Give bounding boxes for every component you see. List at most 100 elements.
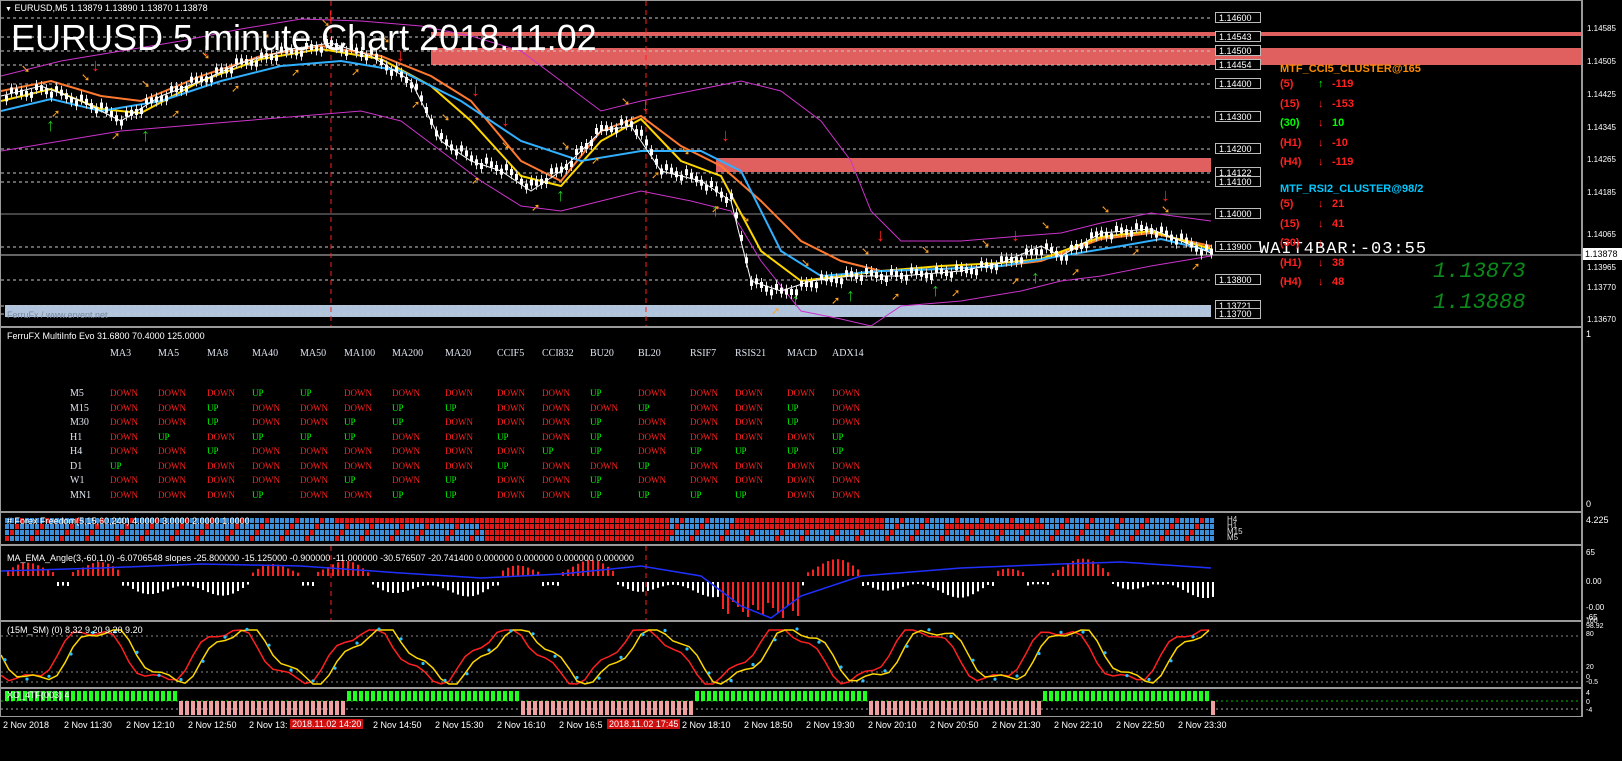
multiinfo-cell: DOWN: [735, 475, 763, 485]
cci-tf: (H4): [1280, 156, 1302, 168]
svg-text:➘: ➘: [561, 140, 570, 152]
stoch-axis: 100 98.92 80 20 0 -0.5: [1582, 618, 1622, 688]
multiinfo-cell: UP: [300, 388, 312, 398]
multiinfo-cell: DOWN: [542, 460, 570, 471]
cci-value: -10: [1332, 136, 1348, 149]
rsi-tf: (30): [1280, 237, 1300, 249]
stoch-title: (15M_SM) (0) 8.32 9.20 9.20 9.20: [7, 625, 143, 635]
price-axis-tick: 1.14585: [1587, 24, 1616, 33]
multiinfo-cell: DOWN: [445, 460, 473, 471]
multiinfo-cell: DOWN: [787, 431, 815, 442]
cci-arrow-icon: ↓: [1318, 117, 1324, 129]
multiinfo-col-header: MACD: [787, 348, 818, 359]
multiinfo-cell: DOWN: [735, 431, 763, 442]
multiinfo-cell: DOWN: [344, 388, 372, 398]
cci-row: (H4) ↓ -119: [1280, 153, 1421, 173]
multiinfo-cell: DOWN: [690, 460, 718, 471]
xo-axis-tick: -4: [1586, 707, 1593, 714]
cci-value: -119: [1332, 156, 1354, 168]
multiinfo-title: FerruFX MultiInfo Evo 31.6800 70.4000 12…: [7, 331, 205, 341]
collapse-icon[interactable]: ▼: [5, 6, 12, 13]
multiinfo-col-header: RSIS21: [735, 348, 767, 359]
xo-axis-tick: 0: [1586, 699, 1590, 706]
multiinfo-cell: DOWN: [392, 388, 420, 398]
multiinfo-cell: DOWN: [832, 417, 860, 427]
rsi-cluster-panel: MTF_RSI2_CLUSTER@98/2 (5) ↓ 21 (15) ↓ 41 (30) ↓…: [1280, 183, 1423, 293]
multiinfo-cell: UP: [110, 460, 122, 471]
forex-freedom-pane[interactable]: # Forex Freedom(5,15,60,240) 4.0000 3.00…: [0, 512, 1582, 545]
cci-row: (30) ↓ 10: [1280, 114, 1421, 134]
rsi-row: (H4) ↓ 48: [1280, 273, 1423, 293]
multiinfo-cell: UP: [542, 446, 554, 456]
multiinfo-cell: DOWN: [344, 402, 372, 413]
price-level-label: 1.13800: [1215, 274, 1261, 285]
multiinfo-col-header: MA20: [445, 348, 472, 359]
svg-text:➚: ➚: [1011, 276, 1020, 288]
multiinfo-cell: DOWN: [392, 431, 420, 442]
multiinfo-col-header: MA200: [392, 348, 424, 359]
price-level-label: 1.14100: [1215, 176, 1261, 187]
time-axis-label: 2 Nov 11:30: [64, 720, 112, 730]
rsi-row: (5) ↓ 21: [1280, 195, 1423, 215]
multiinfo-cell: DOWN: [787, 489, 815, 500]
multiinfo-cell: DOWN: [638, 475, 666, 485]
multiinfo-cell: DOWN: [542, 489, 570, 500]
stochastic-pane[interactable]: (15M_SM) (0) 8.32 9.20 9.20 9.20: [0, 621, 1582, 688]
multiinfo-cell: UP: [344, 417, 356, 427]
multiinfo-cell: UP: [638, 489, 650, 500]
svg-text:➚: ➚: [771, 306, 780, 318]
freedom-title: # Forex Freedom(5,15,60,240) 4.0000 3.00…: [7, 516, 250, 526]
support-zone: [5, 305, 1211, 317]
rsi-tf: (15): [1280, 217, 1300, 230]
xo-pane[interactable]: XO_4TF(003) 4: [0, 688, 1582, 717]
svg-text:➚: ➚: [111, 131, 120, 143]
price-level-label: 1.14000: [1215, 208, 1261, 219]
cci-value: -119: [1332, 78, 1354, 90]
multiinfo-cell: DOWN: [787, 460, 815, 471]
time-axis[interactable]: 2 Nov 2018 2 Nov 11:30 2 Nov 12:10 2 Nov 12…: [0, 717, 1582, 737]
multiinfo-cell: DOWN: [344, 446, 372, 456]
svg-text:➘: ➘: [1101, 204, 1110, 216]
svg-text:➚: ➚: [591, 155, 600, 167]
main-chart-pane[interactable]: ↓ ↓ ↓ ↓ ↓ ↓ ↓ ↓ ↓ ↓ ↓ ↑ ↑ ↑ ↑ ↑ ↑ ↑ ↑ ➘ ➚ ➘ ➚ ➘ ➚ ➘ ➚ ➘ ➚ ➘ ➚ ➘ ➚ ➘ ➚ ➘ ➚ ➘ ➚ ➘…: [0, 0, 1582, 327]
time-marker-2: 2018.11.02 17:45: [607, 719, 681, 729]
price-level-label: 1.14300: [1215, 111, 1261, 122]
symbol-line: ▼ EURUSD,M5 1.13879 1.13890 1.13870 1.13…: [5, 3, 208, 13]
rsi-tf: (H4): [1280, 276, 1302, 288]
multiinfo-cell: DOWN: [638, 431, 666, 442]
multiinfo-cell: DOWN: [497, 446, 525, 456]
multiinfo-cell: DOWN: [542, 417, 570, 427]
multiinfo-cell: DOWN: [207, 475, 235, 485]
svg-text:➘: ➘: [621, 96, 630, 108]
multiinfo-cell: DOWN: [497, 402, 525, 413]
multiinfo-cell: DOWN: [300, 460, 328, 471]
svg-text:↑: ↑: [1031, 267, 1040, 287]
price-axis[interactable]: 1.14585 1.14505 1.14425 1.14345 1.14265 1.141…: [1582, 0, 1622, 327]
multiinfo-cell: UP: [445, 475, 457, 485]
price-axis-tick: 1.13965: [1587, 263, 1616, 272]
multiinfo-cell: DOWN: [207, 489, 235, 500]
multiinfo-pane[interactable]: FerruFX MultiInfo Evo 31.6800 70.4000 12…: [0, 327, 1582, 512]
price-level-label: 1.14454: [1215, 59, 1261, 70]
multiinfo-cell: DOWN: [638, 446, 666, 456]
svg-text:➘: ➘: [441, 112, 450, 124]
price-level-label: 1.14500: [1215, 45, 1261, 56]
time-axis-label: 2 Nov 20:50: [930, 720, 979, 730]
multiinfo-cell: DOWN: [300, 446, 328, 456]
multiinfo-cell: DOWN: [787, 388, 815, 398]
multiinfo-cell: DOWN: [787, 475, 815, 485]
svg-text:↓: ↓: [876, 225, 885, 245]
current-price-tag: 1.13878: [1583, 248, 1622, 260]
rsi-arrow-icon: ↓: [1318, 276, 1324, 288]
multiinfo-cell: DOWN: [300, 489, 328, 500]
multiinfo-col-header: CCI832: [542, 348, 574, 359]
angle-title: MA_EMA_Angle(3,-60,1,0) -6.0706548 slope…: [7, 553, 634, 563]
multiinfo-cell: DOWN: [542, 431, 570, 442]
multiinfo-col-header: MA40: [252, 348, 279, 359]
angle-axis-tick: 65: [1586, 548, 1595, 557]
time-marker-1: 2018.11.02 14:20: [290, 719, 364, 729]
multiinfo-cell: DOWN: [344, 489, 372, 500]
ma-angle-pane[interactable]: MA_EMA_Angle(3,-60,1,0) -6.0706548 slope…: [0, 545, 1582, 621]
resistance-zone-mid: [716, 158, 1211, 172]
rsi-row: (15) ↓ 41: [1280, 215, 1423, 235]
